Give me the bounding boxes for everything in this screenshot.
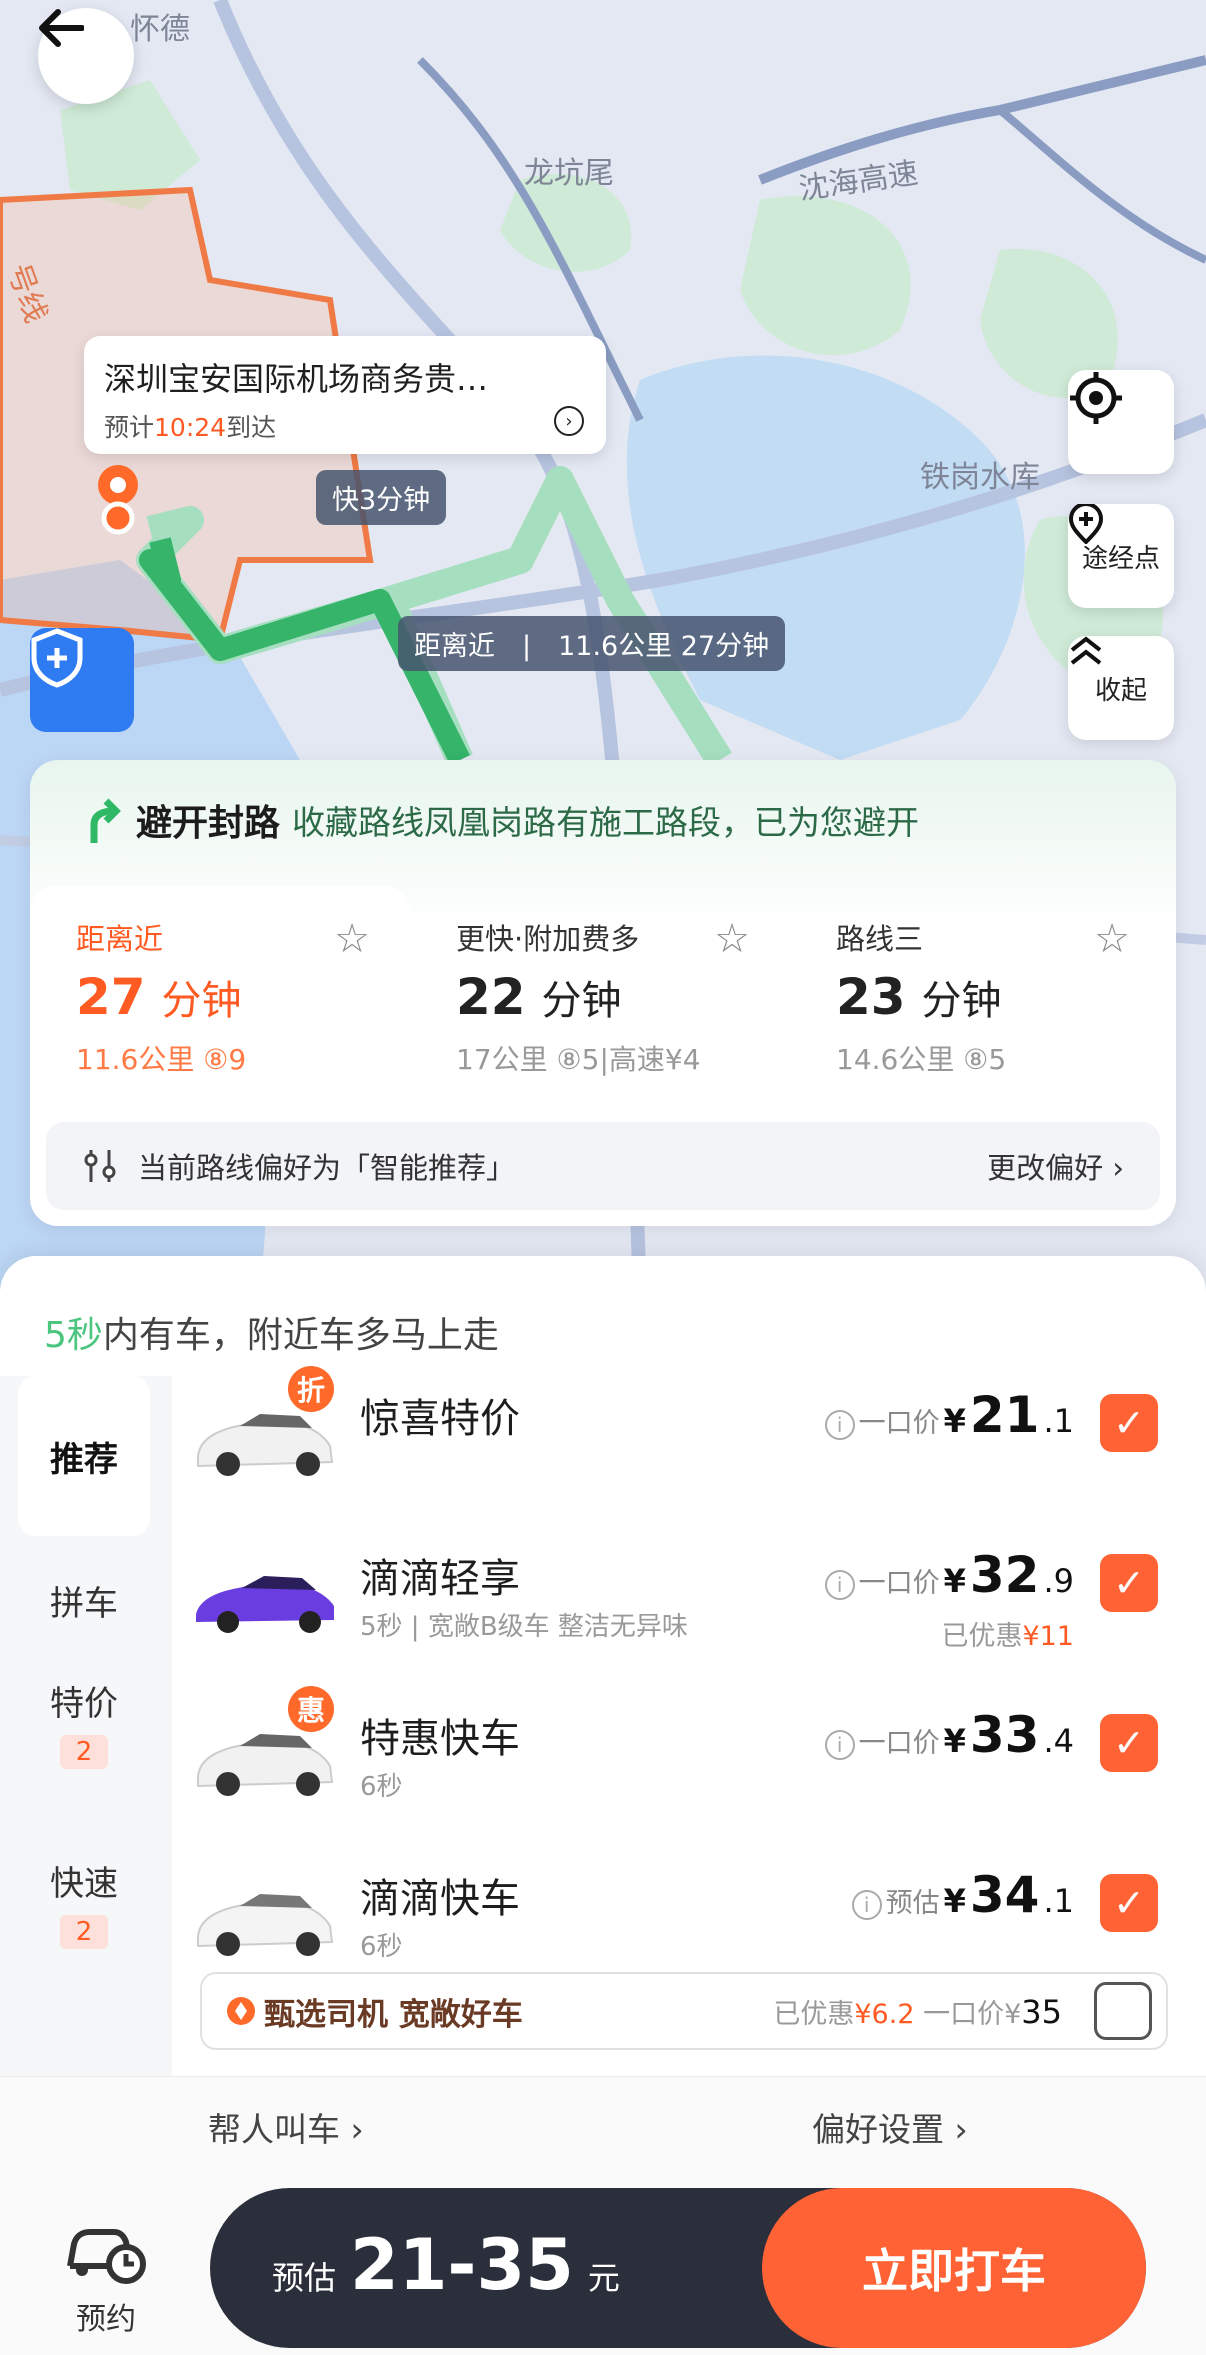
- route-preference-row[interactable]: 当前路线偏好为「智能推荐」 更改偏好 ›: [46, 1122, 1160, 1210]
- call-car-button[interactable]: 立即打车: [762, 2188, 1146, 2348]
- chevron-right-icon: ›: [554, 406, 584, 436]
- call-for-others-link[interactable]: 帮人叫车 ›: [208, 2103, 364, 2151]
- car-subtitle: 6秒: [360, 1772, 403, 1802]
- waypoint-button[interactable]: 途经点: [1068, 504, 1174, 608]
- route-detail: 11.6公里 ⑧9: [76, 1043, 247, 1076]
- car-name: 滴滴轻享: [360, 1556, 520, 1602]
- car-option-light[interactable]: 滴滴轻享 5秒 | 宽敞B级车 整洁无异味 i 一口价 ¥32.9 已优惠¥11 ✓: [190, 1526, 1170, 1676]
- promo-price: 已优惠¥6.2 一口价¥35: [773, 1992, 1062, 2031]
- route-time: 22 分钟: [456, 968, 622, 1026]
- select-checkbox[interactable]: ✓: [1100, 1714, 1158, 1772]
- map-label: 怀德: [130, 12, 190, 47]
- add-location-icon: [1068, 504, 1104, 544]
- star-icon[interactable]: ☆: [1094, 916, 1130, 962]
- route-detail: 17公里 ⑧5|高速¥4: [456, 1043, 701, 1076]
- select-checkbox[interactable]: ✓: [1100, 1554, 1158, 1612]
- collapse-button[interactable]: 收起: [1068, 636, 1174, 740]
- locate-button[interactable]: [1068, 370, 1174, 474]
- route-time: 27 分钟: [76, 968, 242, 1026]
- route-time: 23 分钟: [836, 968, 1002, 1026]
- change-preference-link[interactable]: 更改偏好 ›: [987, 1145, 1124, 1187]
- bottom-action-bar: 预约 预估 21-35 元 立即打车: [0, 2172, 1206, 2355]
- notice-text: 收藏路线凤凰岗路有施工路段，已为您避开: [292, 803, 920, 842]
- car-subtitle: 5秒 | 宽敞B级车 整洁无异味: [360, 1612, 688, 1642]
- locate-icon: [1070, 372, 1122, 424]
- preference-settings-link[interactable]: 偏好设置 ›: [812, 2103, 968, 2151]
- car-option-surprise[interactable]: 折 惊喜特价 i 一口价 ¥21.1 ✓: [190, 1366, 1170, 1516]
- info-icon[interactable]: i: [824, 1730, 855, 1760]
- car-price: i 一口价 ¥33.4: [824, 1706, 1074, 1764]
- destination-card[interactable]: 深圳宝安国际机场商务贵… 预计10:24到达 ›: [84, 336, 606, 454]
- car-name: 特惠快车: [360, 1716, 520, 1762]
- category-sidebar: 推荐 拼车 特价 2 快速 2: [0, 1376, 172, 2136]
- route-options: 距离近 27 分钟 11.6公里 ⑧9 ☆ 更快·附加费多 22 分钟 17公里…: [30, 886, 1176, 1126]
- arrow-left-icon: [39, 9, 84, 47]
- car-option-discount-express[interactable]: 惠 特惠快车 6秒 i 一口价 ¥33.4 ✓: [190, 1686, 1170, 1836]
- discount-badge: 折: [288, 1366, 334, 1412]
- car-subtitle: 6秒: [360, 1932, 403, 1962]
- count-badge: 2: [59, 1735, 109, 1769]
- reserve-label: 预约: [76, 2302, 136, 2337]
- car-name: 惊喜特价: [360, 1396, 520, 1442]
- collapse-label: 收起: [1094, 675, 1147, 706]
- select-checkbox[interactable]: ✓: [1100, 1874, 1158, 1932]
- category-fast[interactable]: 快速 2: [18, 1856, 150, 1949]
- route-option-2[interactable]: 更快·附加费多 22 分钟 17公里 ⑧5|高速¥4 ☆: [410, 886, 790, 1126]
- route-option-1[interactable]: 距离近 27 分钟 11.6公里 ⑧9 ☆: [30, 886, 410, 1126]
- back-button[interactable]: [38, 8, 134, 104]
- road-closure-notice: 避开封路 收藏路线凤凰岗路有施工路段，已为您避开: [84, 794, 919, 846]
- sliders-icon: [84, 1150, 116, 1182]
- car-price: i 一口价 ¥21.1: [824, 1386, 1074, 1444]
- category-recommended[interactable]: 推荐: [18, 1376, 150, 1536]
- info-icon[interactable]: i: [851, 1890, 882, 1920]
- route-panel: 避开封路 收藏路线凤凰岗路有施工路段，已为您避开 距离近 27 分钟 11.6公…: [30, 760, 1176, 1226]
- discount-text: 已优惠¥11: [941, 1621, 1074, 1652]
- availability-text: 5秒内有车，附近车多马上走: [44, 1315, 499, 1356]
- car-price: i 预估 ¥34.1: [851, 1866, 1074, 1924]
- diamond-badge-icon: [227, 1997, 255, 2025]
- route-option-3[interactable]: 路线三 23 分钟 14.6公里 ⑧5 ☆: [790, 886, 1170, 1126]
- white-car-icon: [197, 1894, 334, 1956]
- destination-eta: 预计10:24到达: [104, 413, 277, 442]
- select-checkbox[interactable]: ✓: [1100, 1394, 1158, 1452]
- current-route-tag[interactable]: 距离近 | 11.6公里 27分钟: [398, 616, 786, 671]
- preference-text: 当前路线偏好为「智能推荐」: [138, 1151, 516, 1185]
- premium-driver-option[interactable]: 甄选司机 宽敞好车 已优惠¥6.2 一口价¥35: [200, 1972, 1168, 2050]
- route-detail: 14.6公里 ⑧5: [836, 1043, 1007, 1076]
- detour-icon: [90, 798, 121, 843]
- footer-links: 帮人叫车 › 偏好设置 ›: [0, 2076, 1206, 2172]
- map-label: 龙坑尾: [524, 156, 614, 191]
- fast-route-tag[interactable]: 快3分钟: [316, 470, 447, 525]
- category-special[interactable]: 特价 2: [18, 1676, 150, 1769]
- category-carpool[interactable]: 拼车: [18, 1576, 150, 1625]
- purple-car-icon: [196, 1576, 334, 1633]
- destination-name: 深圳宝安国际机场商务贵…: [104, 360, 489, 398]
- star-icon[interactable]: ☆: [334, 916, 370, 962]
- order-bar: 预估 21-35 元 立即打车: [210, 2188, 1146, 2348]
- promo-title: 甄选司机 宽敞好车: [264, 1996, 523, 2033]
- select-checkbox[interactable]: [1094, 1982, 1152, 2040]
- safety-shield-button[interactable]: [30, 628, 134, 732]
- car-name: 滴滴快车: [360, 1876, 520, 1922]
- estimate-price: 预估 21-35 元: [272, 2224, 620, 2306]
- map-label: 铁岗水库: [920, 460, 1040, 495]
- car-price: i 一口价 ¥32.9: [824, 1546, 1074, 1604]
- shield-icon: [31, 628, 83, 688]
- car-clock-icon: [67, 2229, 146, 2284]
- info-icon[interactable]: i: [824, 1570, 855, 1600]
- info-icon[interactable]: i: [824, 1410, 855, 1440]
- count-badge: 2: [59, 1915, 109, 1949]
- double-chevron-up-icon: [1070, 636, 1102, 665]
- discount-badge: 惠: [288, 1686, 334, 1732]
- notice-title: 避开封路: [136, 803, 281, 844]
- reserve-button[interactable]: 预约: [56, 2222, 156, 2338]
- star-icon[interactable]: ☆: [714, 916, 750, 962]
